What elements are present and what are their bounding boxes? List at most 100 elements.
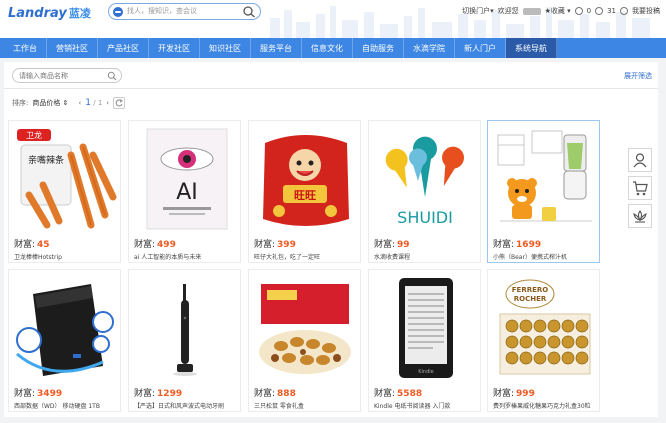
- product-card[interactable]: 财富: 3499 西部数据（WD） 移动硬盘 1TB: [8, 269, 121, 412]
- product-name[interactable]: 西部数据（WD） 移动硬盘 1TB: [14, 401, 118, 410]
- brand-logo[interactable]: Landray 蓝凌: [8, 5, 91, 21]
- product-name[interactable]: 【严选】日式和风声波式电动牙刷: [134, 401, 238, 410]
- shuidi-logo-text: SHUIDI: [397, 208, 453, 227]
- product-name[interactable]: 旺仔大礼包，吃了一定旺: [254, 252, 358, 261]
- nav-item-knowledge[interactable]: 知识社区: [200, 38, 251, 58]
- message-icon[interactable]: [595, 7, 604, 15]
- product-image-toothbrush: [133, 274, 238, 382]
- brand-text: 卫龙: [26, 130, 42, 140]
- sort-select[interactable]: 商品价格 ⇕: [32, 98, 68, 108]
- global-search[interactable]: 找人，搜知识，查会议: [108, 3, 261, 20]
- nav-item-developer[interactable]: 开发社区: [149, 38, 200, 58]
- portal-switch[interactable]: 切换门户▾: [462, 6, 494, 16]
- price: 财富: 45: [14, 240, 50, 250]
- product-name[interactable]: 费列罗榛果威化糖果巧克力礼盒30粒: [493, 401, 597, 410]
- product-image-kindle: Kindle: [373, 274, 478, 382]
- search-icon[interactable]: [242, 5, 256, 18]
- product-image-snack-box: [253, 274, 358, 382]
- nav-item-service[interactable]: 服务平台: [251, 38, 302, 58]
- pagination: 1 / 1: [85, 98, 102, 108]
- favorites-menu[interactable]: ★收藏 ▾: [545, 6, 571, 16]
- product-image-wd-drive: [13, 274, 118, 382]
- lotus-icon: [633, 210, 647, 223]
- expand-filter-link[interactable]: 展开筛选: [624, 71, 652, 81]
- product-search-input[interactable]: [19, 70, 105, 81]
- total-pages: / 1: [93, 99, 103, 107]
- product-card[interactable]: Kindle 财富: 5588 Kindle 电纸书阅读器 入门款: [368, 269, 481, 412]
- nav-item-culture[interactable]: 信息文化: [302, 38, 353, 58]
- side-dock: [628, 148, 656, 232]
- search-icon[interactable]: [107, 71, 117, 81]
- product-name[interactable]: Kindle 电纸书阅读器 入门款: [374, 401, 478, 410]
- username[interactable]: [522, 7, 541, 15]
- todo-count: 0: [586, 7, 592, 15]
- nav-item-self-service[interactable]: 自助服务: [353, 38, 404, 58]
- product-image-ai-book: AI: [133, 125, 238, 233]
- product-image-juicer: [492, 125, 597, 233]
- prev-page-icon[interactable]: ‹: [78, 99, 81, 107]
- product-name[interactable]: 小熊（Bear）便携式榨汁机: [493, 252, 597, 261]
- product-name[interactable]: 三只松鼠 零食礼盒: [254, 401, 358, 410]
- chat-icon: [113, 7, 123, 17]
- price: 财富: 5588: [374, 389, 423, 399]
- divider: [4, 88, 658, 89]
- page: Landray 蓝凌 找人，搜知识，查会议 切换门户▾ 欢迎您 ★收藏 ▾ 0 3…: [0, 0, 666, 423]
- kindle-label: Kindle: [418, 369, 433, 375]
- nav-item-shuidi-academy[interactable]: 水滴学院: [404, 38, 455, 58]
- current-page[interactable]: 1: [85, 98, 91, 108]
- user-icon: [633, 153, 647, 168]
- next-page-icon[interactable]: ›: [106, 99, 109, 107]
- brand-text: ROCHER: [514, 295, 547, 303]
- nav-item-marketing[interactable]: 营销社区: [47, 38, 98, 58]
- product-name[interactable]: 水滴收费课程: [374, 252, 478, 261]
- product-image-weilong: 卫龙 亲嘴辣条: [13, 125, 118, 233]
- product-card[interactable]: 卫龙 亲嘴辣条 财富: 45 卫龙棒棒Hotstrip: [8, 120, 121, 263]
- message-count: 31: [607, 7, 616, 15]
- price: 财富: 99: [374, 240, 410, 250]
- user-center-button[interactable]: [628, 148, 652, 172]
- global-search-placeholder: 找人，搜知识，查会议: [127, 7, 197, 15]
- welcome-text: 欢迎您: [497, 7, 519, 15]
- product-image-shuidi: SHUIDI: [373, 125, 478, 233]
- nav-item-workbench[interactable]: 工作台: [4, 38, 47, 58]
- main-nav: 工作台 营销社区 产品社区 开发社区 知识社区 服务平台 信息文化 自助服务 水…: [0, 38, 666, 58]
- edit-icon[interactable]: [620, 7, 628, 15]
- nav-item-system-nav[interactable]: 系统导航: [506, 38, 557, 58]
- product-card[interactable]: SHUIDI 财富: 99 水滴收费课程: [368, 120, 481, 263]
- pack-text: 旺旺: [294, 189, 316, 202]
- shop-panel: 展开筛选 排序: 商品价格 ⇕ ‹ 1 / 1 › 卫龙 亲嘴辣条: [4, 62, 658, 417]
- price: 财富: 999: [493, 389, 535, 399]
- brand-text: FERRERO: [512, 286, 549, 294]
- product-image-wangwang: 旺旺: [253, 125, 358, 233]
- product-card[interactable]: 旺旺 财富: 399 旺仔大礼包，吃了一定旺: [248, 120, 361, 263]
- sort-bar: 排序: 商品价格 ⇕ ‹ 1 / 1 ›: [12, 96, 126, 110]
- lotus-button[interactable]: [628, 204, 652, 228]
- price: 财富: 1299: [134, 389, 183, 399]
- pack-text: 亲嘴辣条: [28, 154, 64, 166]
- price: 财富: 3499: [14, 389, 63, 399]
- price: 财富: 499: [134, 240, 176, 250]
- product-card[interactable]: FERRERO ROCHER 财富: 999 费列罗榛果威化糖果巧克力礼盒30粒: [487, 269, 600, 412]
- price: 财富: 888: [254, 389, 296, 399]
- product-card[interactable]: 财富: 1699 小熊（Bear）便携式榨汁机: [487, 120, 600, 263]
- refresh-icon[interactable]: [113, 97, 126, 109]
- cart-button[interactable]: [628, 176, 652, 200]
- nav-item-product[interactable]: 产品社区: [98, 38, 149, 58]
- todo-icon[interactable]: [574, 7, 583, 15]
- user-bar: 切换门户▾ 欢迎您 ★收藏 ▾ 0 31 我要投稿: [462, 6, 660, 16]
- product-name[interactable]: 卫龙棒棒Hotstrip: [14, 252, 118, 261]
- feedback-link[interactable]: 我要投稿: [632, 6, 660, 16]
- product-card[interactable]: 财富: 888 三只松鼠 零食礼盒: [248, 269, 361, 412]
- product-image-ferrero: FERRERO ROCHER: [492, 274, 597, 382]
- book-title: AI: [176, 180, 198, 205]
- cart-icon: [633, 181, 648, 196]
- product-search[interactable]: [12, 68, 122, 83]
- price: 财富: 399: [254, 240, 296, 250]
- product-card[interactable]: AI 财富: 499 ai 人工智能的本质与未来: [128, 120, 241, 263]
- price: 财富: 1699: [493, 240, 542, 250]
- product-name[interactable]: ai 人工智能的本质与未来: [134, 252, 238, 261]
- nav-item-newcomer[interactable]: 新人门户: [455, 38, 506, 58]
- product-card[interactable]: 财富: 1299 【严选】日式和风声波式电动牙刷: [128, 269, 241, 412]
- top-header: Landray 蓝凌 找人，搜知识，查会议 切换门户▾ 欢迎您 ★收藏 ▾ 0 3…: [0, 0, 666, 38]
- sort-label: 排序:: [12, 99, 29, 107]
